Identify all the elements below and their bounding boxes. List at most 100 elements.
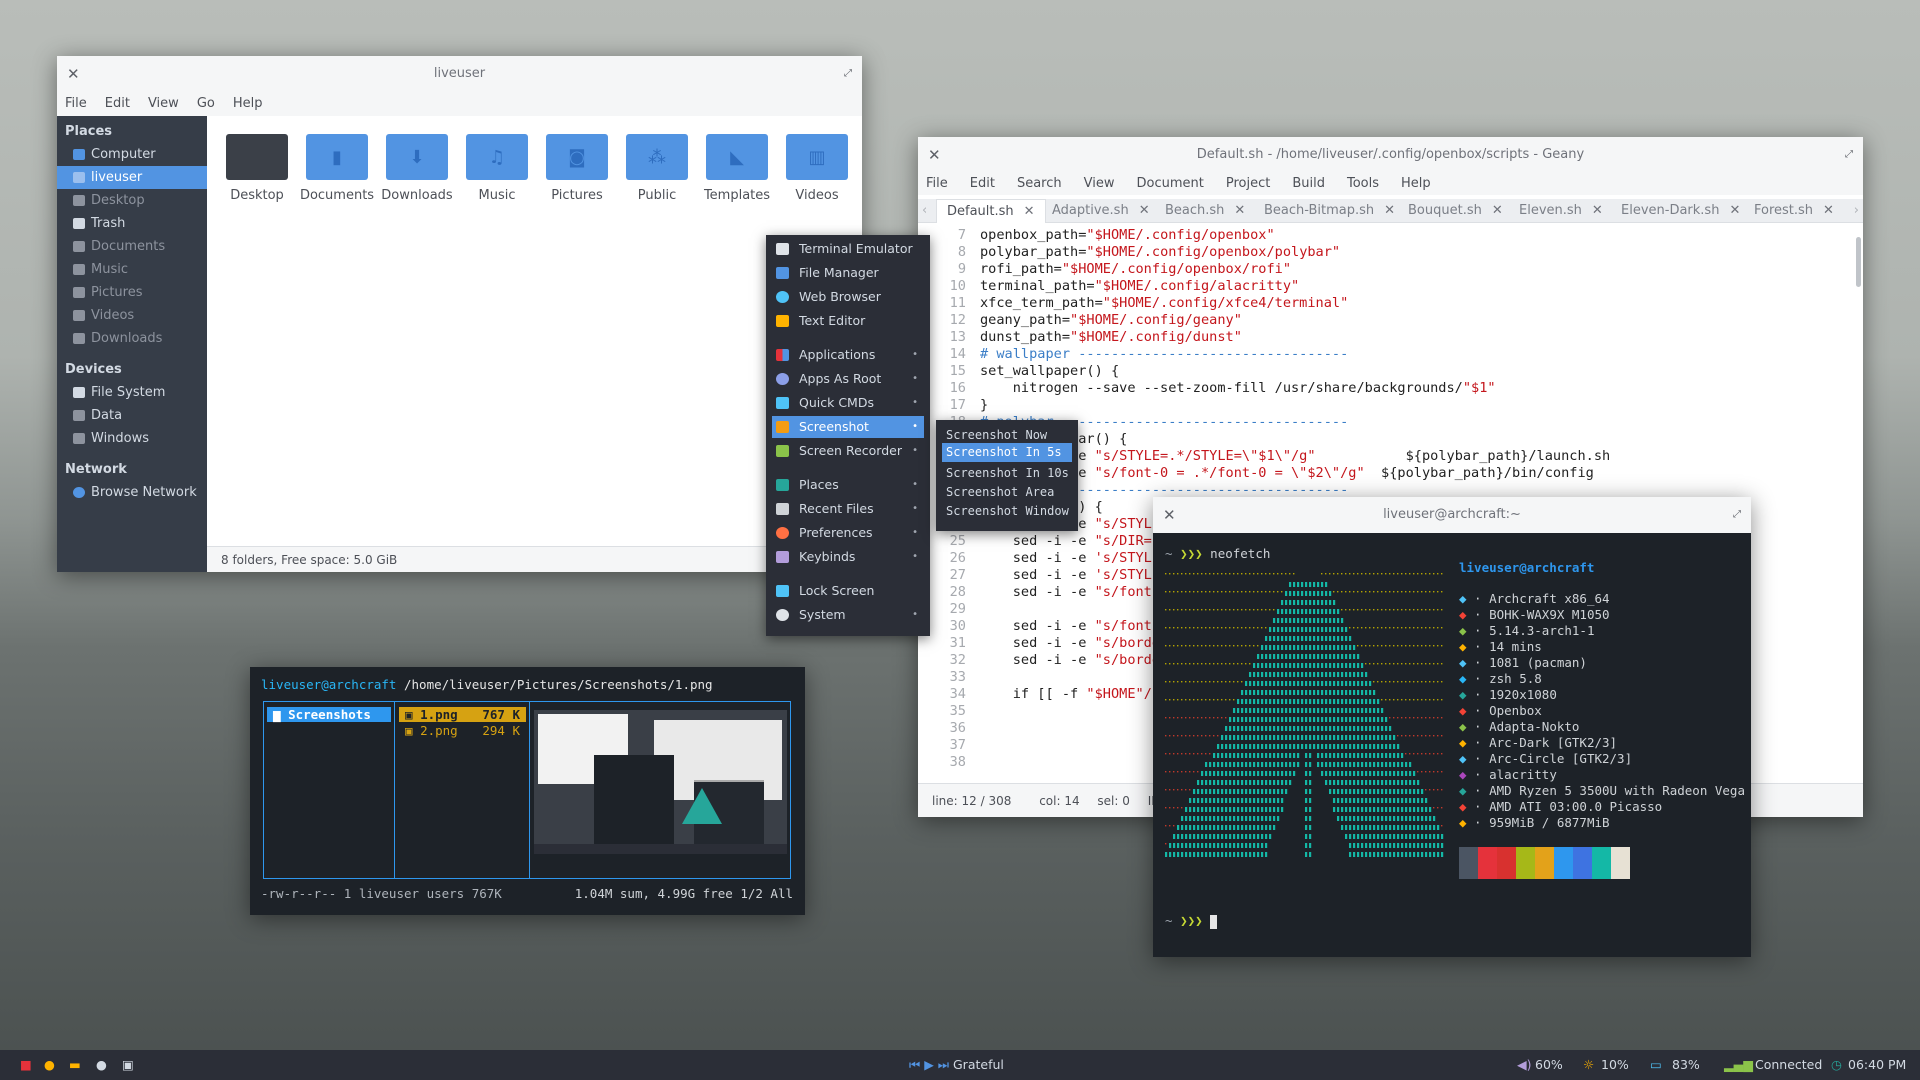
editor-scrollbar[interactable]: [1856, 237, 1861, 287]
sidebar-item-downloads[interactable]: Downloads: [57, 327, 207, 350]
menu-item-screenshot[interactable]: Screenshot •: [772, 416, 924, 438]
folder-music[interactable]: ♫ Music: [457, 128, 537, 203]
menu-item-preferences[interactable]: Preferences •: [772, 522, 924, 544]
tab-beach-bitmap[interactable]: Beach-Bitmap.sh ✕: [1264, 199, 1395, 223]
menu-item-places[interactable]: Places •: [772, 474, 924, 496]
menu-view[interactable]: View: [1084, 173, 1115, 195]
menu-item-terminal-emulator[interactable]: Terminal Emulator: [772, 238, 924, 260]
folder-documents[interactable]: ▮ Documents: [297, 128, 377, 203]
close-icon[interactable]: ✕: [1139, 203, 1150, 218]
close-icon[interactable]: ✕: [1384, 203, 1395, 218]
screenshot-icon[interactable]: ▣: [122, 1050, 134, 1080]
menu-document[interactable]: Document: [1136, 173, 1203, 195]
menu-tools[interactable]: Tools: [1347, 173, 1379, 195]
close-icon[interactable]: ✕: [1024, 204, 1035, 219]
terminal-titlebar[interactable]: ✕ liveuser@archcraft:~ ⤢: [1153, 497, 1751, 533]
sidebar-item-windows[interactable]: Windows: [57, 427, 207, 450]
folder-videos[interactable]: ▥ Videos: [777, 128, 857, 203]
maximize-icon[interactable]: ⤢: [844, 56, 852, 92]
menu-help[interactable]: Help: [1401, 173, 1431, 195]
sidebar-item-desktop[interactable]: Desktop: [57, 189, 207, 212]
logo-glyph: [1377, 699, 1380, 704]
ranger-file-1[interactable]: ▣ 1.png 767 K: [399, 707, 526, 722]
menu-help[interactable]: Help: [233, 92, 263, 116]
menu-item-system[interactable]: System •: [772, 604, 924, 626]
volume-icon[interactable]: ◀): [1517, 1050, 1532, 1080]
menu-item-apps-as-root[interactable]: Apps As Root •: [772, 368, 924, 390]
close-icon[interactable]: ✕: [928, 137, 941, 173]
close-icon[interactable]: ✕: [1163, 497, 1176, 533]
close-icon[interactable]: ✕: [1823, 203, 1834, 218]
menu-go[interactable]: Go: [197, 92, 215, 116]
logo-glyph: [1393, 744, 1396, 749]
archcraft-menu-icon[interactable]: ■: [20, 1050, 32, 1080]
menu-item-screen-recorder[interactable]: Screen Recorder •: [772, 440, 924, 462]
close-icon[interactable]: ✕: [1592, 203, 1603, 218]
folder-desktop[interactable]: Desktop: [217, 128, 297, 203]
tab-eleven-dark[interactable]: Eleven-Dark.sh ✕: [1621, 199, 1740, 223]
menu-file[interactable]: File: [926, 173, 948, 195]
chat-icon[interactable]: ●: [96, 1050, 107, 1080]
logo-glyph: [1337, 645, 1340, 650]
terminal-body[interactable]: ~ ❯❯❯ neofetch liveuser@archcraft ◆ · Ar…: [1153, 533, 1751, 957]
menu-item-web-browser[interactable]: Web Browser: [772, 286, 924, 308]
close-icon[interactable]: ✕: [1729, 203, 1740, 218]
sidebar-item-computer[interactable]: Computer: [57, 143, 207, 166]
maximize-icon[interactable]: ⤢: [1845, 137, 1853, 173]
submenu-item-screenshot-window[interactable]: Screenshot Window: [942, 500, 1072, 522]
folder-downloads[interactable]: ⬇ Downloads: [377, 128, 457, 203]
tab-adaptive[interactable]: Adaptive.sh ✕: [1052, 199, 1150, 223]
templates-folder-icon: ◣: [706, 128, 768, 180]
folder-view[interactable]: Desktop ▮ Documents ⬇ Downloads ♫ Music ◙ Pi…: [207, 116, 862, 546]
menu-item-text-editor[interactable]: Text Editor: [772, 310, 924, 332]
menu-view[interactable]: View: [148, 92, 179, 116]
tab-beach[interactable]: Beach.sh ✕: [1165, 199, 1245, 223]
submenu-item-screenshot-5s[interactable]: Screenshot In 5s: [942, 443, 1072, 462]
sidebar-item-videos[interactable]: Videos: [57, 304, 207, 327]
tab-default[interactable]: Default.sh ✕: [936, 199, 1046, 223]
menu-file[interactable]: File: [65, 92, 87, 116]
menu-item-applications[interactable]: Applications •: [772, 344, 924, 366]
logo-glyph: [1341, 807, 1344, 812]
geany-titlebar[interactable]: ✕ Default.sh - /home/liveuser/.config/op…: [918, 137, 1863, 173]
tab-eleven[interactable]: Eleven.sh ✕: [1519, 199, 1603, 223]
sidebar-item-liveuser[interactable]: liveuser: [57, 166, 207, 189]
tab-scroll-left-icon[interactable]: ‹: [922, 199, 927, 223]
close-icon[interactable]: ✕: [1234, 203, 1245, 218]
sidebar-item-trash[interactable]: Trash: [57, 212, 207, 235]
menu-edit[interactable]: Edit: [970, 173, 995, 195]
close-icon[interactable]: ✕: [1492, 203, 1503, 218]
menu-search[interactable]: Search: [1017, 173, 1062, 195]
folder-public[interactable]: ⁂ Public: [617, 128, 697, 203]
folder-pictures[interactable]: ◙ Pictures: [537, 128, 617, 203]
menu-item-quick-cmds[interactable]: Quick CMDs •: [772, 392, 924, 414]
menu-item-file-manager[interactable]: File Manager: [772, 262, 924, 284]
folder-templates[interactable]: ◣ Templates: [697, 128, 777, 203]
menu-project[interactable]: Project: [1226, 173, 1270, 195]
folder-icon[interactable]: ▬: [69, 1050, 81, 1080]
brightness-icon[interactable]: ☼: [1583, 1050, 1594, 1080]
tab-bouquet[interactable]: Bouquet.sh ✕: [1408, 199, 1503, 223]
menu-build[interactable]: Build: [1292, 173, 1325, 195]
sidebar-item-data[interactable]: Data: [57, 404, 207, 427]
browser-icon[interactable]: ●: [44, 1050, 55, 1080]
sidebar-item-pictures[interactable]: Pictures: [57, 281, 207, 304]
menu-item-recent-files[interactable]: Recent Files •: [772, 498, 924, 520]
sidebar-item-filesystem[interactable]: File System: [57, 381, 207, 404]
sidebar-item-documents[interactable]: Documents: [57, 235, 207, 258]
ranger-dir[interactable]: ▆ Screenshots: [267, 707, 391, 722]
sidebar-item-browse-network[interactable]: Browse Network: [57, 481, 207, 504]
tab-forest[interactable]: Forest.sh ✕: [1754, 199, 1834, 223]
ranger-panes: ▆ Screenshots ▣ 1.png 767 K ▣ 2.png 294 K: [263, 701, 791, 879]
close-icon[interactable]: ✕: [67, 56, 80, 92]
menu-item-lock-screen[interactable]: Lock Screen: [772, 580, 924, 602]
wifi-icon[interactable]: ▂▄▆: [1724, 1050, 1753, 1080]
media-controls-icon[interactable]: ⏮ ▶ ⏭: [909, 1050, 949, 1080]
menu-item-keybinds[interactable]: Keybinds •: [772, 546, 924, 568]
menu-edit[interactable]: Edit: [105, 92, 130, 116]
tab-scroll-right-icon[interactable]: ›: [1854, 199, 1859, 223]
sidebar-item-music[interactable]: Music: [57, 258, 207, 281]
maximize-icon[interactable]: ⤢: [1733, 497, 1741, 533]
ranger-file-2[interactable]: ▣ 2.png 294 K: [399, 723, 526, 738]
file-manager-titlebar[interactable]: ✕ liveuser ⤢: [57, 56, 862, 92]
